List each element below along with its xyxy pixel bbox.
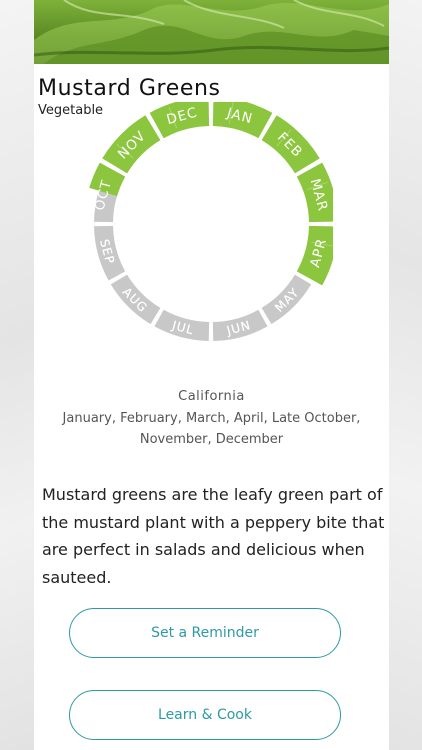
produce-hero-image: [34, 0, 389, 64]
produce-card: Mustard Greens Vegetable JAN FEB MAR APR MAY…: [34, 0, 389, 750]
produce-title: Mustard Greens: [38, 76, 221, 101]
background-right: [389, 0, 422, 750]
learn-and-cook-button[interactable]: Learn & Cook: [69, 690, 341, 740]
produce-description: Mustard greens are the leafy green part …: [42, 485, 385, 587]
season-months-text: January, February, March, April, Late Oc…: [62, 411, 361, 447]
background-left: [0, 0, 34, 750]
season-wheel: JANFEBMARAPRMAYJUNJULAUGSEPOCTNOVDEC: [89, 102, 333, 341]
region-label: California: [178, 389, 245, 404]
set-reminder-button[interactable]: Set a Reminder: [69, 608, 341, 658]
